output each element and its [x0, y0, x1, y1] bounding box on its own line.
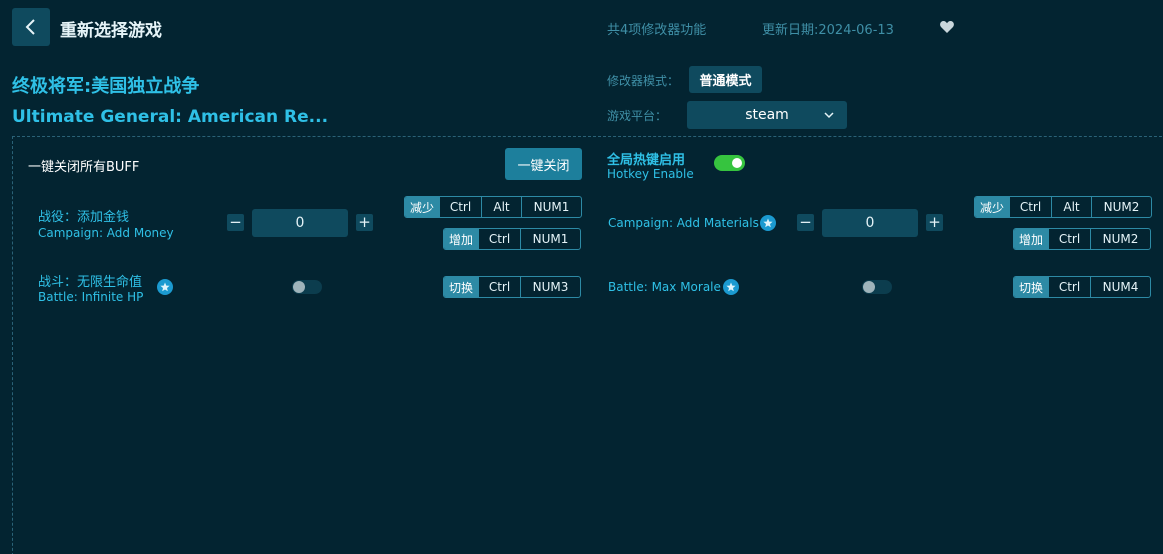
- mode-button[interactable]: 普通模式: [689, 66, 762, 93]
- hotkey-key: NUM1: [520, 229, 580, 249]
- materials-value-input[interactable]: [822, 209, 918, 237]
- hotkey-key: Ctrl: [439, 197, 481, 217]
- hotkey-key: Ctrl: [1048, 229, 1090, 249]
- feature-name-en: Campaign: Add Money: [38, 226, 174, 240]
- increase-button[interactable]: +: [926, 214, 943, 231]
- star-icon: [760, 215, 776, 231]
- page-title: 重新选择游戏: [60, 21, 162, 41]
- infinite-hp-toggle[interactable]: [292, 280, 322, 294]
- hotkey-increase-money[interactable]: 增加 Ctrl NUM1: [443, 228, 581, 250]
- update-date: 更新日期:2024-06-13: [762, 23, 894, 38]
- hotkey-key: NUM2: [1090, 229, 1150, 249]
- hotkey-key: NUM2: [1091, 197, 1151, 217]
- increase-button[interactable]: +: [356, 214, 373, 231]
- hotkey-key: NUM1: [521, 197, 581, 217]
- hotkey-tag: 增加: [444, 229, 478, 249]
- feature-count: 共4项修改器功能: [607, 23, 707, 38]
- hotkey-tag: 切换: [1014, 277, 1048, 297]
- feature-name-cn: 战役：添加金钱: [38, 210, 130, 225]
- hotkey-toggle-max-morale[interactable]: 切换 Ctrl NUM4: [1013, 276, 1151, 298]
- money-value-input[interactable]: [252, 209, 348, 237]
- chevron-down-icon: [824, 112, 834, 119]
- decrease-button[interactable]: −: [797, 214, 814, 231]
- close-all-button[interactable]: 一键关闭: [505, 148, 582, 180]
- back-button[interactable]: [12, 8, 50, 46]
- platform-select[interactable]: steam: [687, 101, 847, 129]
- hotkey-key: NUM4: [1090, 277, 1150, 297]
- hotkey-key: Ctrl: [1048, 277, 1090, 297]
- hotkey-key: Ctrl: [478, 229, 520, 249]
- hotkey-tag: 减少: [975, 197, 1009, 217]
- decrease-button[interactable]: −: [227, 214, 244, 231]
- hotkey-key: NUM3: [520, 277, 580, 297]
- close-all-buff-label: 一键关闭所有BUFF: [28, 160, 140, 175]
- game-title-cn: 终极将军:美国独立战争: [12, 76, 200, 97]
- platform-value: steam: [745, 107, 789, 123]
- feature-name-cn: 战斗：无限生命值: [38, 275, 143, 290]
- hotkey-tag: 增加: [1014, 229, 1048, 249]
- hotkey-enable-label-cn: 全局热键启用: [607, 153, 686, 168]
- star-icon: [723, 279, 739, 295]
- feature-name-en: Battle: Infinite HP: [38, 290, 144, 304]
- feature-name-en: Campaign: Add Materials: [608, 216, 759, 230]
- feature-name-en: Battle: Max Morale: [608, 280, 721, 294]
- hotkey-key: Ctrl: [1009, 197, 1051, 217]
- hotkey-key: Ctrl: [478, 277, 520, 297]
- hotkey-key: Alt: [1051, 197, 1091, 217]
- max-morale-toggle[interactable]: [862, 280, 892, 294]
- game-title-en: Ultimate General: American Re...: [12, 107, 329, 127]
- hotkey-enable-label-en: Hotkey Enable: [607, 167, 694, 181]
- platform-label: 游戏平台：: [607, 109, 668, 123]
- hotkey-toggle-infinite-hp[interactable]: 切换 Ctrl NUM3: [443, 276, 581, 298]
- hotkey-increase-materials[interactable]: 增加 Ctrl NUM2: [1013, 228, 1151, 250]
- hotkey-tag: 切换: [444, 277, 478, 297]
- hotkey-key: Alt: [481, 197, 521, 217]
- hotkey-decrease-money[interactable]: 减少 Ctrl Alt NUM1: [404, 196, 582, 218]
- chevron-left-icon: [25, 19, 35, 35]
- heart-icon[interactable]: [939, 19, 955, 35]
- hotkey-tag: 减少: [405, 197, 439, 217]
- hotkey-decrease-materials[interactable]: 减少 Ctrl Alt NUM2: [974, 196, 1152, 218]
- hotkey-enable-toggle[interactable]: [714, 155, 745, 171]
- mode-label: 修改器模式：: [607, 74, 680, 88]
- star-icon: [157, 279, 173, 295]
